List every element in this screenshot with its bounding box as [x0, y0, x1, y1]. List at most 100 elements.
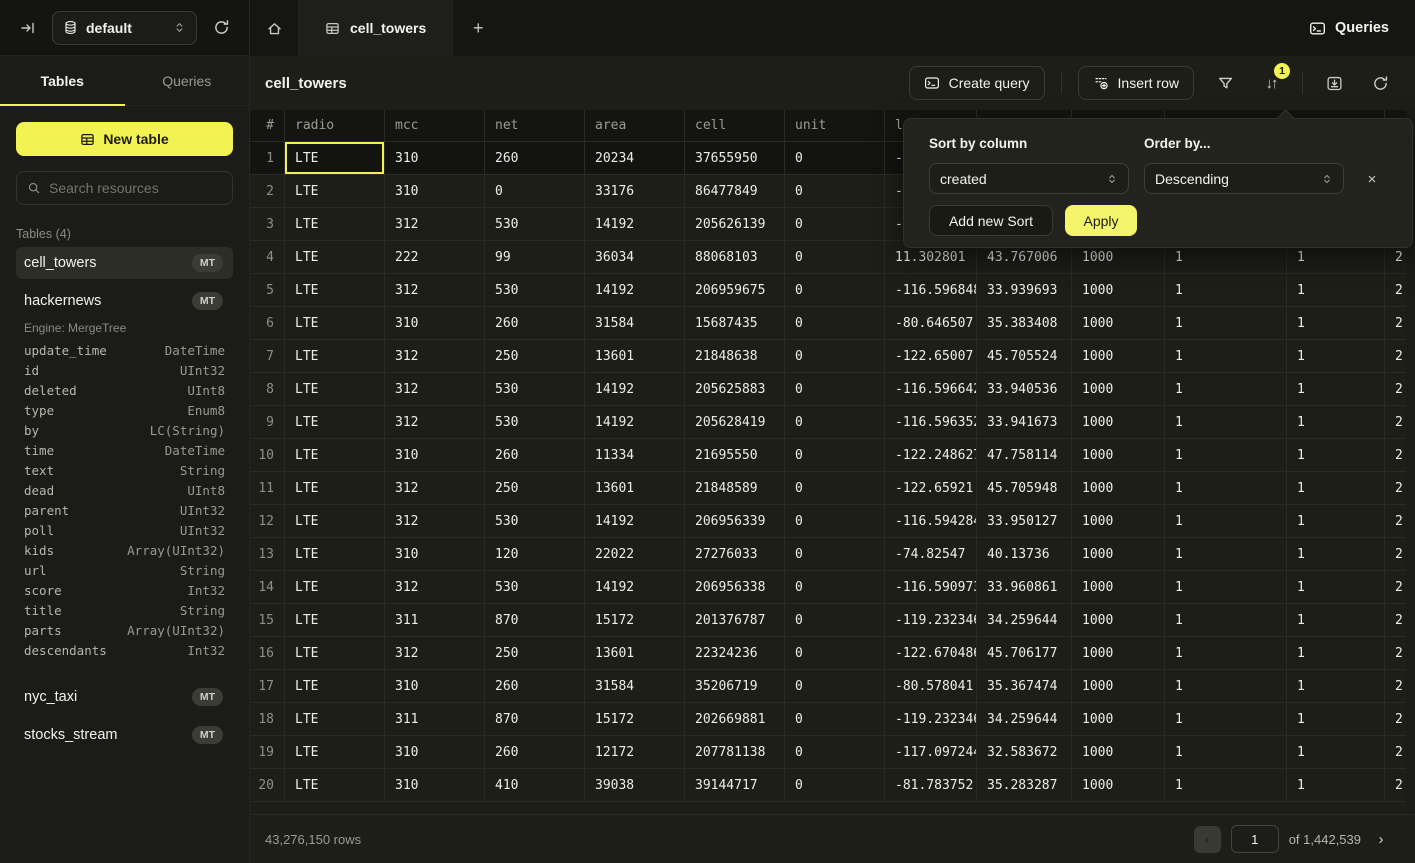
data-cell[interactable]: LTE	[285, 241, 385, 274]
data-cell[interactable]: 14192	[585, 571, 685, 604]
sidebar-tab-tables[interactable]: Tables	[0, 56, 125, 105]
data-cell[interactable]: 0	[785, 175, 885, 208]
data-cell[interactable]: 39144717	[685, 769, 785, 802]
insert-row-button[interactable]: Insert row	[1078, 66, 1194, 100]
data-cell[interactable]: 1	[1165, 406, 1287, 439]
row-number-cell[interactable]: 8	[250, 373, 285, 406]
data-cell[interactable]: 1	[1287, 604, 1385, 637]
add-new-sort-button[interactable]: Add new Sort	[929, 205, 1053, 236]
sidebar-table-item[interactable]: hackernewsMT	[16, 285, 233, 317]
data-cell[interactable]: 1	[1165, 670, 1287, 703]
filter-button[interactable]	[1210, 68, 1240, 98]
data-cell[interactable]: 14192	[585, 373, 685, 406]
column-header[interactable]: area	[585, 110, 685, 142]
data-cell[interactable]: 35206719	[685, 670, 785, 703]
data-cell[interactable]: 14192	[585, 274, 685, 307]
data-cell[interactable]: 33.940536	[977, 373, 1072, 406]
data-cell[interactable]: 13601	[585, 472, 685, 505]
column-header[interactable]: cell	[685, 110, 785, 142]
data-cell[interactable]: 310	[385, 175, 485, 208]
data-cell[interactable]: 35.283287	[977, 769, 1072, 802]
row-number-cell[interactable]: 18	[250, 703, 285, 736]
data-cell[interactable]: 34.259644	[977, 604, 1072, 637]
data-cell[interactable]: 0	[785, 505, 885, 538]
refresh-connection-icon[interactable]	[207, 14, 235, 42]
data-cell[interactable]: 27276033	[685, 538, 785, 571]
data-cell[interactable]: 310	[385, 307, 485, 340]
data-cell[interactable]: 35.367474	[977, 670, 1072, 703]
row-number-cell[interactable]: 2	[250, 175, 285, 208]
data-cell[interactable]: LTE	[285, 274, 385, 307]
data-cell[interactable]: 312	[385, 406, 485, 439]
row-number-cell[interactable]: 13	[250, 538, 285, 571]
data-cell[interactable]: 310	[385, 142, 485, 175]
data-cell[interactable]: 312	[385, 571, 485, 604]
data-cell[interactable]: LTE	[285, 208, 385, 241]
row-number-cell[interactable]: 4	[250, 241, 285, 274]
data-cell[interactable]: 260	[485, 439, 585, 472]
data-cell[interactable]: 310	[385, 538, 485, 571]
data-cell[interactable]: 310	[385, 736, 485, 769]
data-cell[interactable]: 0	[785, 538, 885, 571]
database-selector[interactable]: default	[52, 11, 197, 45]
data-cell[interactable]: LTE	[285, 307, 385, 340]
data-cell[interactable]: 2	[1385, 472, 1406, 505]
data-cell[interactable]: 1	[1165, 472, 1287, 505]
data-cell[interactable]: -116.596848	[885, 274, 977, 307]
data-cell[interactable]: 2	[1385, 670, 1406, 703]
data-cell[interactable]: 311	[385, 703, 485, 736]
data-cell[interactable]: 2	[1385, 439, 1406, 472]
sort-button[interactable]: ↓↑ 1	[1256, 68, 1286, 98]
data-cell[interactable]: -122.670486	[885, 637, 977, 670]
data-cell[interactable]: 410	[485, 769, 585, 802]
data-cell[interactable]: 206959675	[685, 274, 785, 307]
data-cell[interactable]: 201376787	[685, 604, 785, 637]
column-header[interactable]: net	[485, 110, 585, 142]
data-cell[interactable]: 1000	[1072, 505, 1165, 538]
data-cell[interactable]: 31584	[585, 670, 685, 703]
data-cell[interactable]: 1	[1287, 571, 1385, 604]
data-cell[interactable]: 1000	[1072, 571, 1165, 604]
data-cell[interactable]: 33.941673	[977, 406, 1072, 439]
data-cell[interactable]: 2	[1385, 307, 1406, 340]
data-cell[interactable]: 0	[785, 340, 885, 373]
apply-sort-button[interactable]: Apply	[1065, 205, 1137, 236]
data-cell[interactable]: 2	[1385, 373, 1406, 406]
data-cell[interactable]: 205625883	[685, 373, 785, 406]
data-cell[interactable]: 2	[1385, 637, 1406, 670]
data-cell[interactable]: 15687435	[685, 307, 785, 340]
download-button[interactable]	[1319, 68, 1349, 98]
data-cell[interactable]: 1000	[1072, 604, 1165, 637]
data-cell[interactable]: 12172	[585, 736, 685, 769]
data-cell[interactable]: 0	[785, 208, 885, 241]
data-cell[interactable]: -116.590973	[885, 571, 977, 604]
data-cell[interactable]: 35.383408	[977, 307, 1072, 340]
data-cell[interactable]: LTE	[285, 736, 385, 769]
data-cell[interactable]: 1000	[1072, 538, 1165, 571]
data-cell[interactable]: 311	[385, 604, 485, 637]
data-cell[interactable]: 37655950	[685, 142, 785, 175]
create-query-button[interactable]: Create query	[909, 66, 1045, 100]
row-number-cell[interactable]: 10	[250, 439, 285, 472]
data-cell[interactable]: 1	[1287, 274, 1385, 307]
data-cell[interactable]: 1	[1165, 505, 1287, 538]
row-number-cell[interactable]: 20	[250, 769, 285, 802]
data-cell[interactable]: 1	[1165, 637, 1287, 670]
data-cell[interactable]: 530	[485, 571, 585, 604]
row-number-cell[interactable]: 16	[250, 637, 285, 670]
data-cell[interactable]: 1000	[1072, 769, 1165, 802]
data-cell[interactable]: LTE	[285, 670, 385, 703]
data-cell[interactable]: 0	[785, 274, 885, 307]
data-cell[interactable]: LTE	[285, 604, 385, 637]
data-cell[interactable]: 312	[385, 340, 485, 373]
data-cell[interactable]: 870	[485, 703, 585, 736]
data-cell[interactable]: 2	[1385, 505, 1406, 538]
data-cell[interactable]: LTE	[285, 703, 385, 736]
data-cell[interactable]: 1	[1165, 439, 1287, 472]
data-cell[interactable]: -122.65007	[885, 340, 977, 373]
data-cell[interactable]: 530	[485, 373, 585, 406]
new-table-button[interactable]: New table	[16, 122, 233, 156]
data-cell[interactable]: 1	[1165, 604, 1287, 637]
data-cell[interactable]: 45.706177	[977, 637, 1072, 670]
data-cell[interactable]: 1000	[1072, 307, 1165, 340]
